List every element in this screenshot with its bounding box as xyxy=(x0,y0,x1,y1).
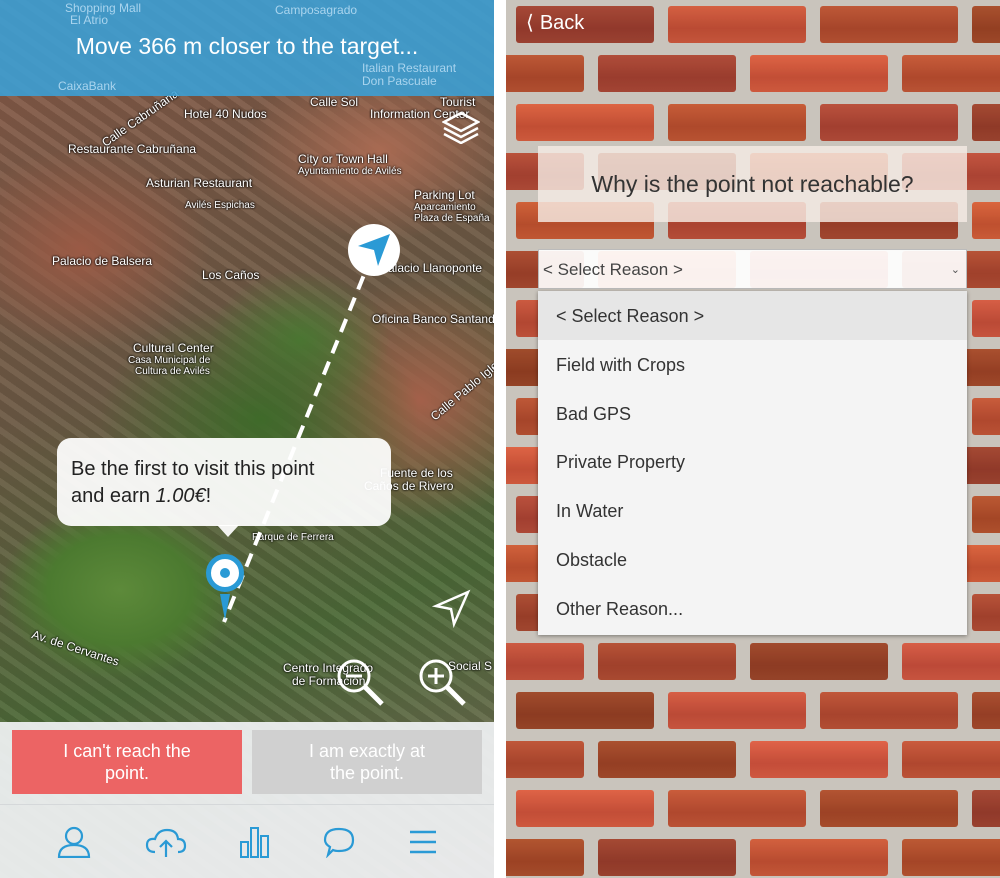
map-label: Camposagrado xyxy=(275,3,358,17)
route-line xyxy=(222,254,374,623)
brick-row xyxy=(506,98,1000,147)
reward-amount: 1.00€ xyxy=(155,485,206,507)
tooltip-prefix: and earn xyxy=(71,485,156,507)
brick xyxy=(598,55,736,92)
option-field-with-crops[interactable]: Field with Crops xyxy=(538,340,967,389)
my-location-icon[interactable] xyxy=(432,588,472,628)
brick-row xyxy=(506,49,1000,98)
brick xyxy=(750,839,888,876)
brick xyxy=(506,741,584,778)
brick xyxy=(820,692,958,729)
brick xyxy=(750,643,888,680)
reason-select[interactable]: < Select Reason > ⌄ xyxy=(538,249,967,289)
chat-icon[interactable] xyxy=(323,826,355,858)
brick xyxy=(516,692,654,729)
brick xyxy=(972,202,1000,239)
brick xyxy=(668,790,806,827)
brick xyxy=(750,741,888,778)
user-location-marker xyxy=(206,554,244,592)
chevron-left-icon: ⟨ xyxy=(526,12,534,34)
brick xyxy=(598,839,736,876)
chevron-down-icon: ⌄ xyxy=(950,264,960,276)
back-label: Back xyxy=(539,12,585,34)
brick xyxy=(820,6,958,43)
brick xyxy=(972,790,1000,827)
brick xyxy=(516,104,654,141)
brick-row xyxy=(506,833,1000,878)
target-marker[interactable] xyxy=(348,224,400,276)
brick xyxy=(750,55,888,92)
back-button[interactable]: ⟨ Back xyxy=(526,10,584,35)
brick-row xyxy=(506,784,1000,833)
question-heading: Why is the point not reachable? xyxy=(538,146,967,222)
brick xyxy=(902,643,1000,680)
brick xyxy=(516,790,654,827)
map-label: Italian Restaurant xyxy=(362,61,457,75)
brick xyxy=(820,104,958,141)
brick xyxy=(506,643,584,680)
exactly-at-button[interactable]: I am exactly at the point. xyxy=(252,730,482,794)
brick xyxy=(668,104,806,141)
brick xyxy=(506,55,584,92)
map-label: Don Pascuale xyxy=(362,74,437,88)
tooltip-line-1: Be the first to visit this point xyxy=(71,458,315,480)
brick xyxy=(598,643,736,680)
brick xyxy=(506,839,584,876)
brick xyxy=(972,398,1000,435)
zoom-out-icon[interactable] xyxy=(334,656,386,708)
map-label: El Atrio xyxy=(70,13,109,27)
user-icon[interactable] xyxy=(56,826,92,858)
map-label: CaixaBank xyxy=(58,79,117,93)
brick-row xyxy=(506,686,1000,735)
bottom-nav xyxy=(0,804,494,878)
reason-screen: ⟨ Back Why is the point not reachable? < … xyxy=(506,0,1000,878)
bottom-panel: I can't reach the point. I am exactly at… xyxy=(0,722,494,878)
brick xyxy=(820,790,958,827)
reason-dropdown-list: < Select Reason > Field with Crops Bad G… xyxy=(538,291,967,635)
brick xyxy=(668,6,806,43)
brick xyxy=(972,300,1000,337)
option-obstacle[interactable]: Obstacle xyxy=(538,535,967,584)
brick xyxy=(902,741,1000,778)
reward-tooltip: Be the first to visit this point and ear… xyxy=(57,438,391,537)
select-value: < Select Reason > xyxy=(543,260,683,279)
option-bad-gps[interactable]: Bad GPS xyxy=(538,389,967,438)
brick xyxy=(972,692,1000,729)
user-heading-icon xyxy=(220,594,230,620)
option-select-reason[interactable]: < Select Reason > xyxy=(538,291,967,340)
bar-chart-icon[interactable] xyxy=(239,826,271,858)
brick xyxy=(598,741,736,778)
cant-reach-button[interactable]: I can't reach the point. xyxy=(12,730,242,794)
brick xyxy=(668,692,806,729)
brick xyxy=(972,496,1000,533)
menu-icon[interactable] xyxy=(408,829,438,855)
brick xyxy=(972,104,1000,141)
tooltip-suffix: ! xyxy=(205,485,212,507)
brick xyxy=(972,594,1000,631)
brick xyxy=(972,6,1000,43)
brick-row xyxy=(506,637,1000,686)
zoom-in-icon[interactable] xyxy=(416,656,468,708)
option-in-water[interactable]: In Water xyxy=(538,486,967,535)
layers-icon[interactable] xyxy=(442,110,480,144)
brick xyxy=(902,55,1000,92)
brick-row xyxy=(506,735,1000,784)
map-screen: Shopping Mall El Atrio Camposagrado Caix… xyxy=(0,0,494,878)
brick xyxy=(902,839,1000,876)
option-private-property[interactable]: Private Property xyxy=(538,437,967,486)
cloud-upload-icon[interactable] xyxy=(145,826,187,858)
option-other-reason[interactable]: Other Reason... xyxy=(538,584,967,633)
